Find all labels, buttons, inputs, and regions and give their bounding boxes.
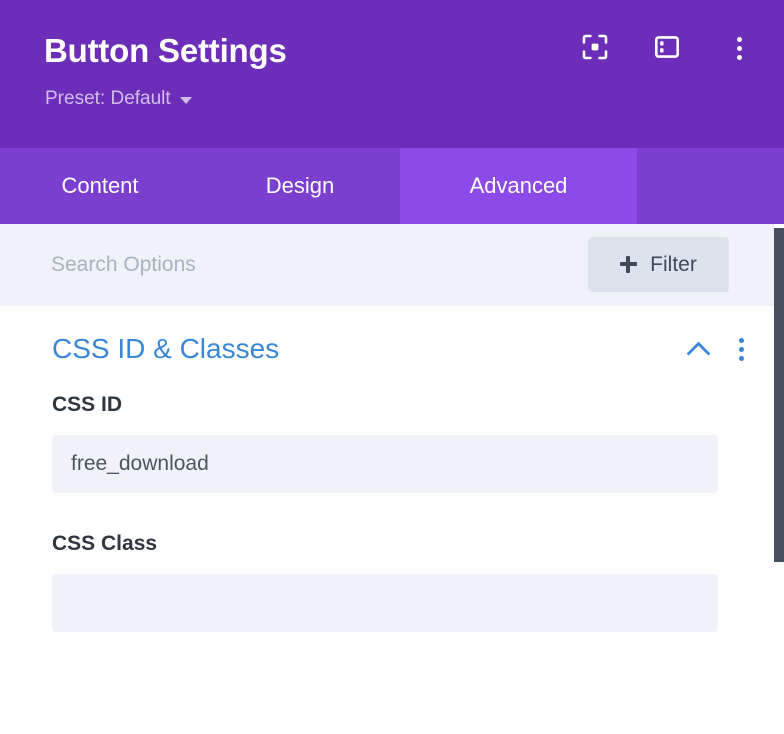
tab-bar: Content Design Advanced xyxy=(0,148,784,224)
plus-icon xyxy=(620,256,638,273)
section-tools xyxy=(687,337,744,361)
chevron-up-icon[interactable] xyxy=(687,337,711,361)
section-header[interactable]: CSS ID & Classes xyxy=(0,306,774,392)
filter-button-label: Filter xyxy=(650,252,697,276)
panel-layout-icon xyxy=(654,34,680,63)
section-more-options-icon[interactable] xyxy=(738,337,744,361)
tab-design[interactable]: Design xyxy=(200,148,400,224)
more-options-icon xyxy=(736,36,742,60)
css-id-label: CSS ID xyxy=(52,393,123,416)
more-options-button[interactable] xyxy=(724,33,754,63)
css-id-classes-section: CSS ID & Classes CSS ID CSS Class xyxy=(0,306,774,632)
preset-label: Preset: Default xyxy=(45,88,171,109)
section-title: CSS ID & Classes xyxy=(52,333,280,364)
focus-target-icon xyxy=(582,34,608,63)
caret-down-icon xyxy=(179,97,192,104)
tab-content[interactable]: Content xyxy=(0,148,200,224)
filter-button[interactable]: Filter xyxy=(588,237,729,292)
header-actions xyxy=(580,33,754,63)
css-id-field: CSS ID xyxy=(0,392,774,493)
css-class-field: CSS Class xyxy=(0,531,774,632)
css-id-input[interactable] xyxy=(52,435,718,493)
settings-panel-body: Filter CSS ID & Classes CSS ID CSS Clas xyxy=(0,224,784,734)
page-title: Button Settings xyxy=(44,32,287,69)
css-class-label: CSS Class xyxy=(52,532,158,555)
scrollbar-thumb[interactable] xyxy=(774,228,784,562)
search-input[interactable] xyxy=(51,246,611,284)
field-spacer xyxy=(0,493,774,531)
search-row: Filter xyxy=(0,224,774,306)
css-class-input[interactable] xyxy=(52,574,718,632)
modal-header: Button Settings Preset: Default xyxy=(0,0,784,148)
button-settings-modal: Button Settings Preset: Default Content … xyxy=(0,0,784,734)
panel-layout-button[interactable] xyxy=(652,33,682,63)
tab-advanced[interactable]: Advanced xyxy=(400,148,637,224)
preset-selector[interactable]: Preset: Default xyxy=(45,87,192,111)
focus-target-button[interactable] xyxy=(580,33,610,63)
